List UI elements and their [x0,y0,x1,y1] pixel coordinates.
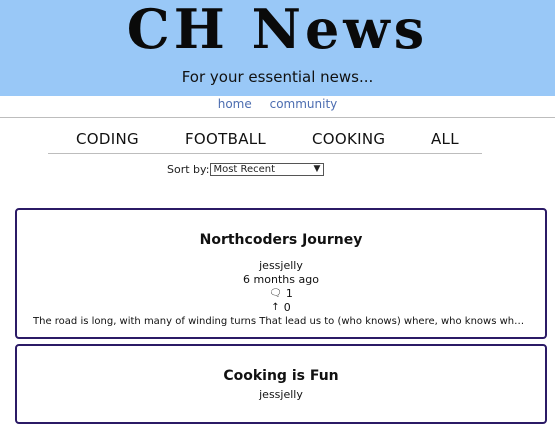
article-card[interactable]: Northcoders Journey jessjelly 6 months a… [15,208,547,339]
article-date: 6 months ago [243,273,319,286]
article-author: jessjelly [259,259,303,272]
site-title: CH News [126,0,429,61]
nav-divider [0,117,555,118]
comments-icon: 🗨 [269,288,282,299]
nav-community-link[interactable]: community [270,97,338,111]
sort-selected-value: Most Recent [213,163,276,175]
sort-row: Sort by: Most Recent ▼ [167,162,325,176]
topic-coding[interactable]: CODING [76,130,139,148]
article-title[interactable]: Northcoders Journey [17,231,545,249]
nav-home-link[interactable]: home [218,97,252,111]
article-author: jessjelly [259,388,303,401]
site-header: CH News For your essential news... [0,0,555,96]
arrow-up-icon[interactable]: ↑ [271,301,279,315]
dropdown-arrow-icon: ▼ [313,163,321,174]
comment-count: 1 [285,287,293,300]
topic-football[interactable]: FOOTBALL [185,130,266,148]
vote-count: 0 [283,301,291,314]
article-votes: ↑ 0 [17,301,545,315]
sort-label: Sort by: [167,162,210,176]
article-title[interactable]: Cooking is Fun [17,367,545,385]
site-tagline: For your essential news... [181,68,374,86]
top-nav: home community [0,97,555,117]
article-card[interactable]: Cooking is Fun jessjelly [15,344,547,424]
article-body-preview: The road is long, with many of winding t… [33,316,529,327]
topic-cooking[interactable]: COOKING [312,130,385,148]
topic-all[interactable]: ALL [431,130,459,148]
article-comments: 🗨 1 [17,287,545,301]
sort-select[interactable]: Most Recent ▼ [210,162,325,176]
topic-bar: CODING FOOTBALL COOKING ALL [48,126,482,154]
